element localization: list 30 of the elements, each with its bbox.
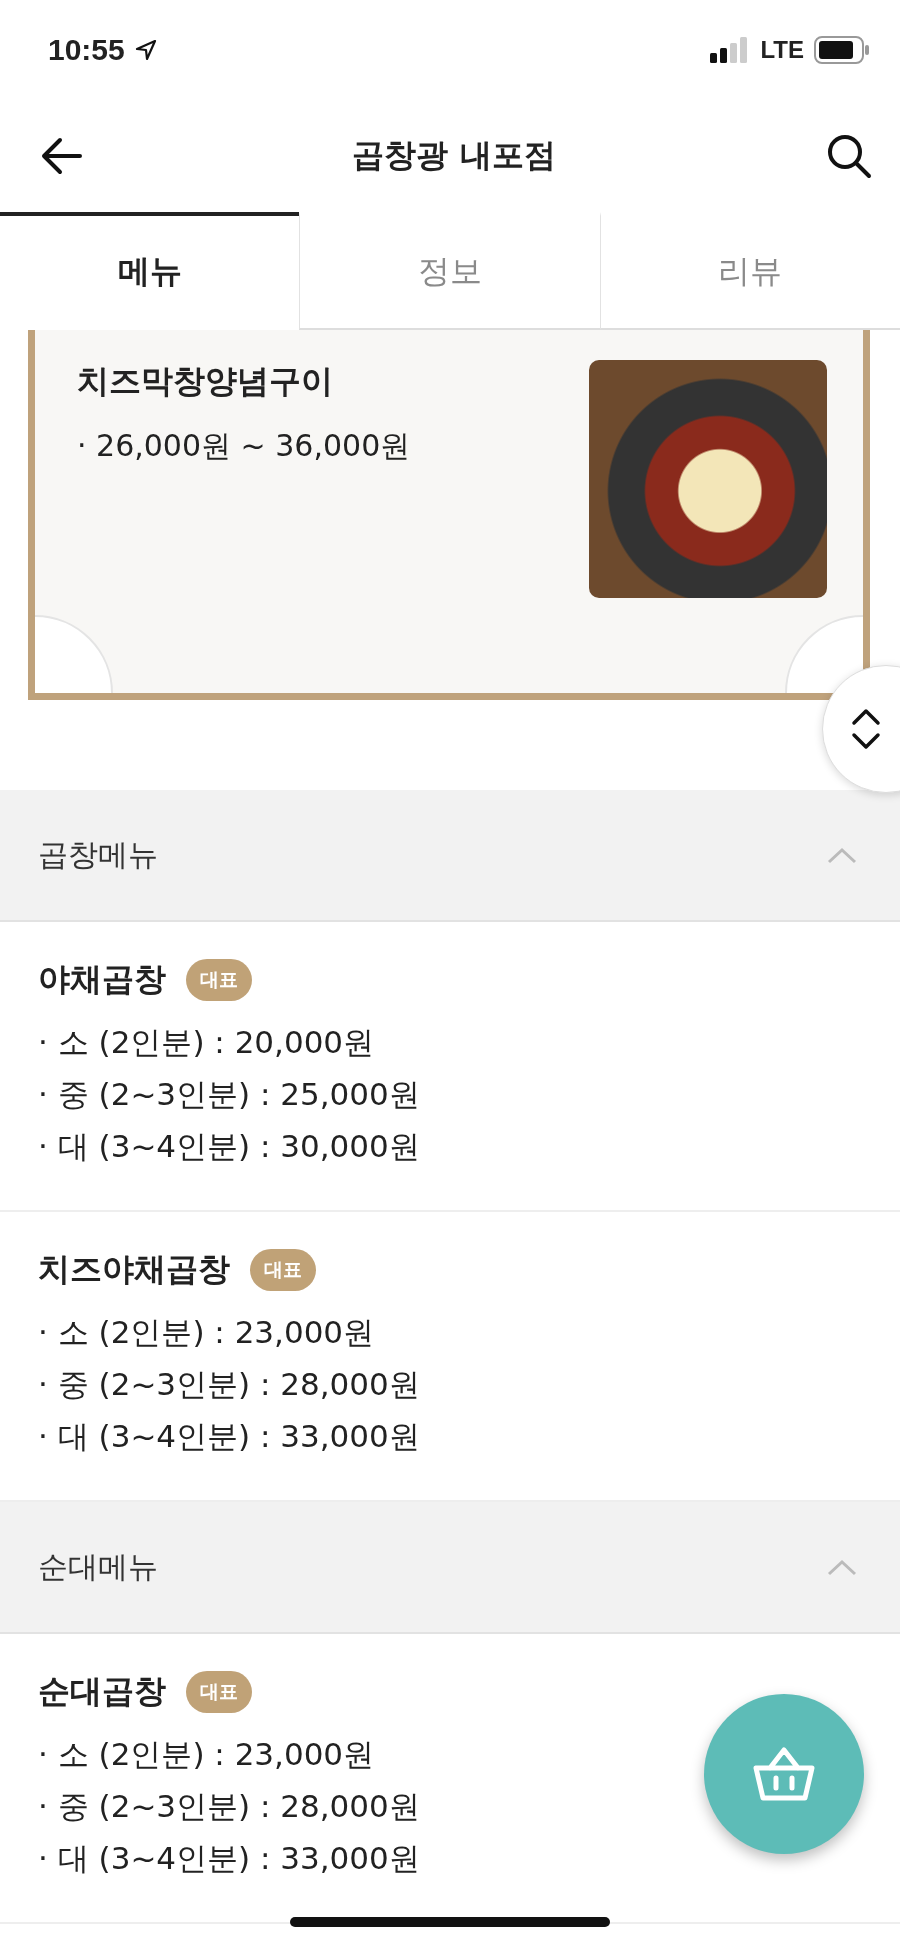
price-line: · 중 (2~3인분) : 25,000원 <box>38 1075 420 1114</box>
section-title: 순대메뉴 <box>38 1547 158 1586</box>
price-line: · 대 (3~4인분) : 33,000원 <box>38 1839 420 1878</box>
menu-item-name: 치즈야채곱창 <box>38 1249 230 1290</box>
search-button[interactable] <box>826 133 872 179</box>
network-label: LTE <box>760 36 804 64</box>
signature-badge: 대표 <box>186 959 252 1001</box>
section-header[interactable]: 곱창메뉴 <box>0 790 900 922</box>
menu-item-name: 야채곱창 <box>38 959 166 1000</box>
price-line: · 대 (3~4인분) : 33,000원 <box>38 1417 420 1456</box>
page-title: 곱창광 내포점 <box>352 135 556 176</box>
signature-badge: 대표 <box>186 1671 252 1713</box>
section-title: 곱창메뉴 <box>38 835 158 874</box>
price-line: · 중 (2~3인분) : 28,000원 <box>38 1787 420 1826</box>
price-line: · 대 (3~4인분) : 30,000원 <box>38 1127 420 1166</box>
price-line: · 소 (2인분) : 23,000원 <box>38 1735 375 1774</box>
status-time: 10:55 <box>48 33 125 67</box>
basket-icon <box>752 1746 816 1802</box>
menu-item-name: 순대곱창 <box>38 1671 166 1712</box>
featured-menu-name: 치즈막창양념구이 <box>77 361 334 402</box>
signature-badge: 대표 <box>250 1249 316 1291</box>
price-line: · 중 (2~3인분) : 28,000원 <box>38 1365 420 1404</box>
price-line: · 소 (2인분) : 23,000원 <box>38 1313 375 1352</box>
location-arrow-icon <box>134 39 157 61</box>
battery-icon <box>814 36 870 64</box>
up-down-chevron-icon <box>851 706 881 752</box>
featured-menu-price: · 26,000원 ~ 36,000원 <box>77 427 411 465</box>
section-header[interactable]: 순대메뉴 <box>0 1502 900 1634</box>
back-button[interactable] <box>40 137 82 175</box>
price-line: · 소 (2인분) : 20,000원 <box>38 1023 375 1062</box>
